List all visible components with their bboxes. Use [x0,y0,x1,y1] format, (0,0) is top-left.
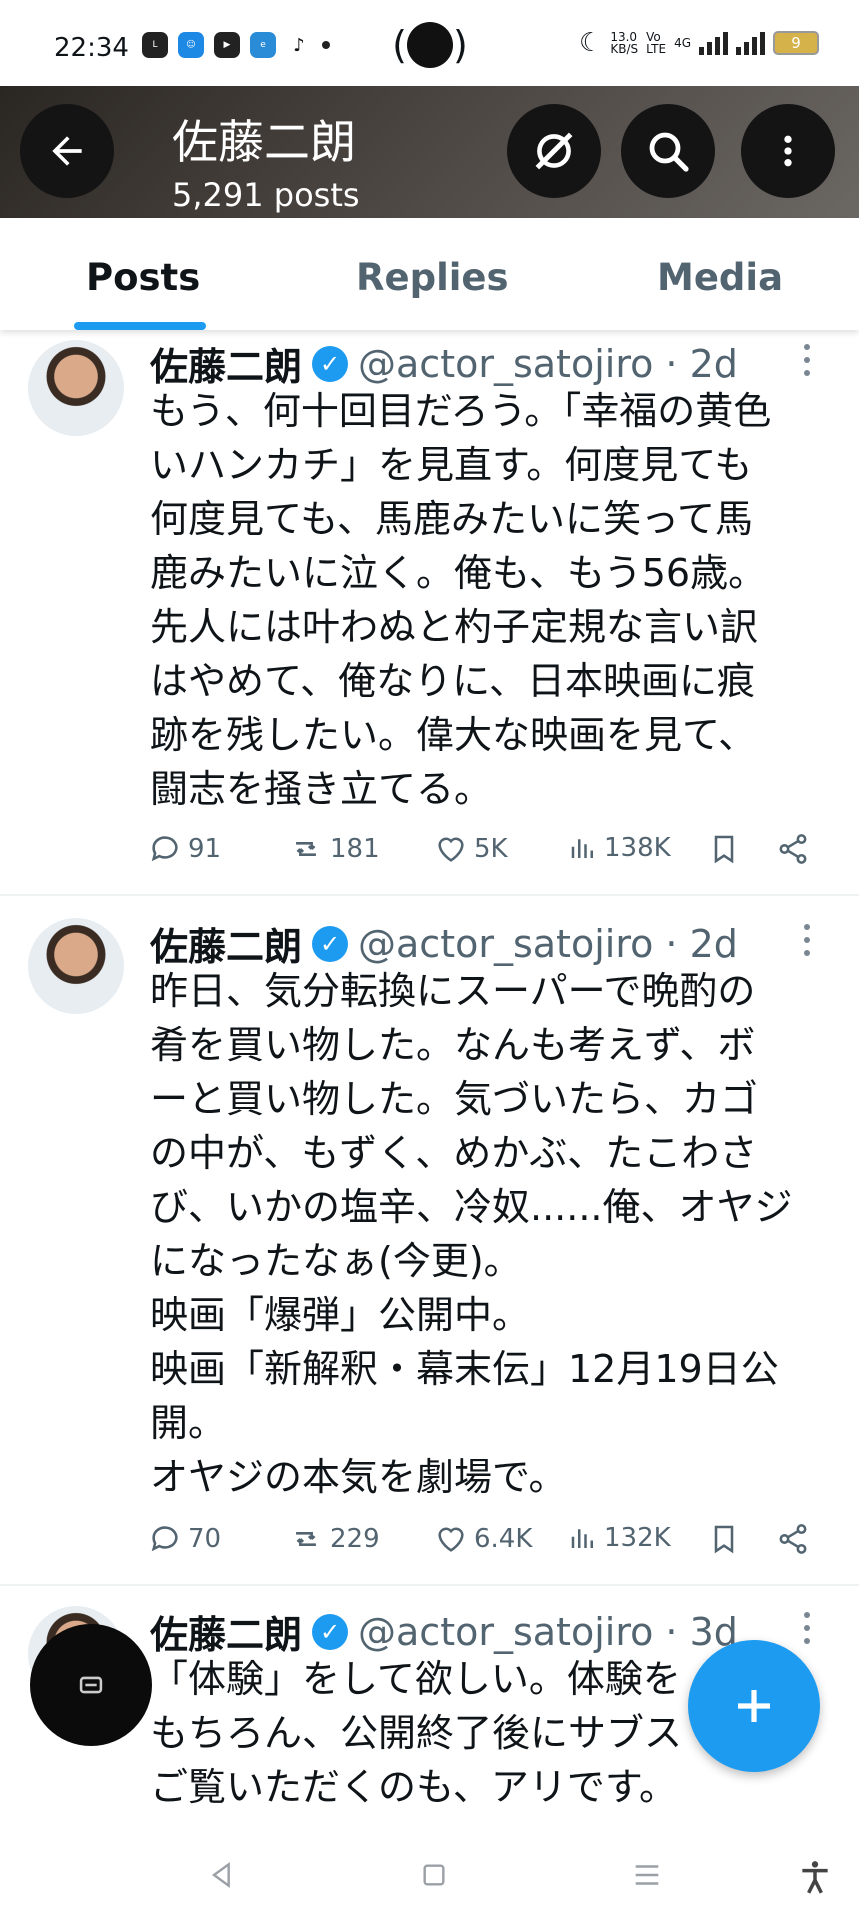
author-name[interactable]: 佐藤二朗 [150,336,302,391]
plus-icon [738,1690,770,1722]
author-name[interactable]: 佐藤二朗 [150,1604,302,1659]
network-type: 4G [674,36,691,50]
like-count: 5K [474,834,508,864]
repost-count: 181 [330,834,380,864]
view-count: 138K [604,833,671,863]
reply-button[interactable]: 91 [148,832,221,866]
reply-icon [151,836,178,862]
more-options-button[interactable] [741,104,835,198]
views-button[interactable]: 132K [568,1522,671,1554]
vertical-dots-icon [784,135,792,167]
post-count: 5,291 posts [172,176,360,214]
post-actions: 70 229 6.4K 132K [148,1522,828,1566]
bar-chart-icon [571,839,593,858]
back-button[interactable] [20,104,114,198]
discord-app-icon: ☺ [178,32,204,58]
views-button[interactable]: 138K [568,832,671,864]
list-item[interactable]: 佐藤二朗 ✓ @actor_satojiro · 2d もう、何十回目だろう。「… [0,330,859,896]
signal-icon [699,31,728,55]
battery-icon: 9 [773,31,819,55]
volte-label: Vo LTE [646,30,667,56]
edge-app-icon: e [250,32,276,58]
search-icon [649,132,689,172]
clock: 22:34 [54,33,129,63]
back-triangle-icon[interactable] [206,1858,238,1901]
verified-badge-icon: ✓ [312,345,349,382]
heart-icon [438,1527,464,1552]
system-nav-bar [0,1840,859,1920]
author-handle[interactable]: @actor_satojiro · 3d [358,1610,738,1654]
profile-header: 佐藤二朗 5,291 posts [0,86,859,218]
bar-chart-icon [571,1529,593,1548]
compose-button[interactable] [688,1640,820,1772]
post-menu-icon[interactable] [800,344,814,376]
search-button[interactable] [621,104,715,198]
page-title: 佐藤二朗 [172,115,356,169]
recents-menu-icon[interactable] [630,1858,664,1901]
post-actions: 91 181 5K 138K [148,832,828,876]
post-menu-icon[interactable] [800,1612,814,1644]
home-square-icon[interactable] [418,1858,450,1901]
tiktok-app-icon: ♪ [286,32,312,58]
arrow-left-icon [52,136,82,166]
post-header: 佐藤二朗 ✓ @actor_satojiro · 3d [150,1604,738,1659]
status-bar: 22:34 L ☺ ▶ e ♪ () ☾ 13.0 KB/S Vo LTE 4G… [0,0,859,86]
view-count: 132K [604,1523,671,1553]
active-tab-indicator [74,322,206,330]
bookmark-button[interactable] [708,832,740,866]
bookmark-icon [714,1525,734,1554]
reply-icon [151,1526,178,1552]
like-button[interactable]: 6.4K [434,1522,532,1556]
share-icon [779,834,807,864]
moon-icon: ☾ [579,28,603,58]
post-header: 佐藤二朗 ✓ @actor_satojiro · 2d [150,336,738,391]
like-count: 6.4K [474,1524,533,1554]
verified-badge-icon: ✓ [312,1613,349,1650]
tab-replies[interactable]: Replies [356,256,509,299]
share-icon [779,1524,807,1554]
share-button[interactable] [776,1522,810,1556]
system-indicators: ☾ 13.0 KB/S Vo LTE 4G 9 [579,28,819,58]
signal-icon-2 [736,31,765,55]
repost-count: 229 [330,1524,380,1554]
author-name[interactable]: 佐藤二朗 [150,916,302,971]
post-text: 昨日、気分転換にスーパーで晩酌の 肴を買い物した。なんも考えず、ボ ーと買い物し… [150,969,793,1499]
reply-button[interactable]: 70 [148,1522,221,1556]
tab-media[interactable]: Media [657,256,783,299]
play-app-icon: ▶ [214,32,240,58]
divider [0,894,859,896]
post-header: 佐藤二朗 ✓ @actor_satojiro · 2d [150,916,738,971]
more-notifications-dot [322,41,330,49]
profile-tabs: Posts Replies Media [0,218,859,330]
grok-icon [535,132,573,170]
line-app-icon: L [142,32,168,58]
repost-button[interactable]: 229 [288,1522,380,1556]
bookmark-icon [714,835,734,864]
list-item[interactable]: 佐藤二朗 ✓ @actor_satojiro · 2d 昨日、気分転換にスーパー… [0,898,859,1586]
screen-capture-icon [79,1676,103,1694]
net-speed: 13.0 KB/S [610,30,639,56]
share-button[interactable] [776,832,810,866]
author-handle[interactable]: @actor_satojiro · 2d [358,342,738,386]
post-menu-icon[interactable] [800,924,814,956]
bookmark-button[interactable] [708,1522,740,1556]
reply-count: 91 [188,834,222,864]
repost-button[interactable]: 181 [288,832,380,866]
avatar[interactable] [28,918,124,1014]
tab-posts[interactable]: Posts [86,256,200,299]
author-handle[interactable]: @actor_satojiro · 2d [358,922,738,966]
floating-overlay-button[interactable] [30,1624,152,1746]
repost-icon [296,842,316,856]
heart-icon [438,837,464,862]
grok-button[interactable] [507,104,601,198]
avatar[interactable] [28,340,124,436]
accessibility-icon[interactable] [796,1858,834,1905]
post-text: もう、何十回目だろう。「幸福の黄色 いハンカチ」を見直す。何度見ても 何度見ても… [150,389,772,811]
like-button[interactable]: 5K [434,832,508,866]
hotspot-indicator-icon: () [392,22,468,68]
notification-icons: L ☺ ▶ e ♪ [142,32,330,58]
reply-count: 70 [188,1524,222,1554]
verified-badge-icon: ✓ [312,925,349,962]
repost-icon [296,1532,316,1546]
